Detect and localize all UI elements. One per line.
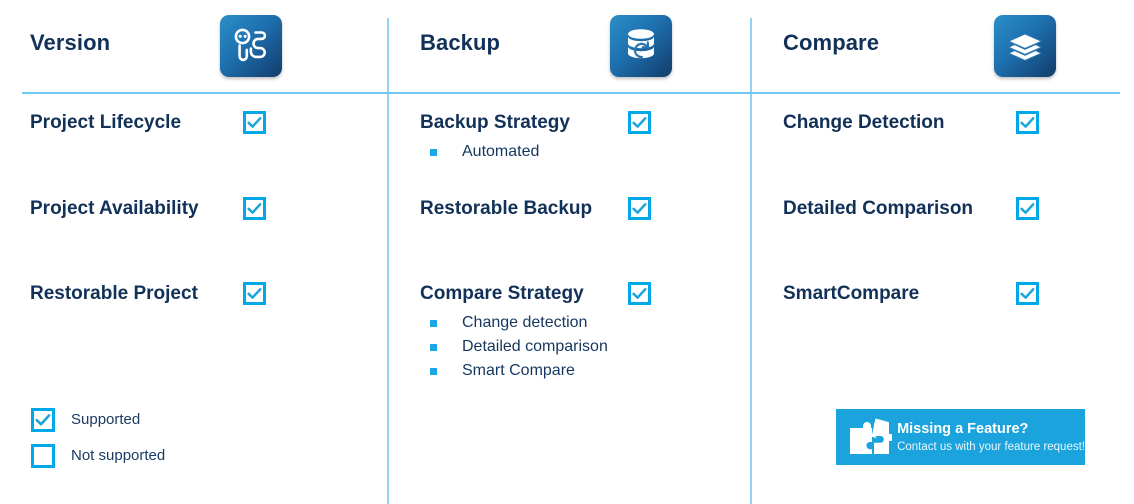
feature-main: Backup Strategy: [389, 110, 750, 140]
legend-checked-box: [31, 408, 55, 432]
feature-subitem-label: Detailed comparison: [462, 338, 608, 355]
column-header: Backup: [389, 0, 750, 92]
feature-main: Restorable Project: [0, 281, 387, 311]
legend-label: Supported: [71, 411, 141, 428]
missing-feature-banner[interactable]: Missing a Feature? Contact us with your …: [836, 409, 1085, 465]
bullet-square-icon: [430, 368, 437, 375]
feature-row: Restorable Backup: [389, 196, 750, 226]
feature-main: Project Lifecycle: [0, 110, 387, 140]
feature-supported-checkbox[interactable]: [628, 197, 651, 220]
feature-subitem: Change detection: [389, 311, 750, 335]
feature-row: Restorable Project: [0, 281, 387, 311]
feature-supported-checkbox[interactable]: [628, 111, 651, 134]
bullet-square-icon: [430, 344, 437, 351]
bullet-square-icon: [430, 149, 437, 156]
feature-row: Detailed Comparison: [752, 196, 1134, 226]
feature-label: Restorable Project: [30, 283, 198, 304]
feature-label: Project Availability: [30, 198, 199, 219]
feature-label: Backup Strategy: [420, 112, 570, 133]
feature-label: Change Detection: [783, 112, 945, 133]
feature-row: Project Availability: [0, 196, 387, 226]
database-restore-icon: [610, 15, 672, 77]
banner-text-group: Missing a Feature? Contact us with your …: [897, 420, 1085, 455]
puzzle-piece-icon: [846, 417, 893, 457]
feature-supported-checkbox[interactable]: [1016, 197, 1039, 220]
column-header: Version: [0, 0, 387, 92]
feature-label: Compare Strategy: [420, 283, 584, 304]
layers-icon: [994, 15, 1056, 77]
column-backup: Backup Backup Strategy Automated Restorable…: [389, 0, 750, 504]
version-tree-icon: [220, 15, 282, 77]
feature-row: Backup Strategy Automated: [389, 110, 750, 164]
column-title: Version: [30, 30, 111, 55]
banner-title: Missing a Feature?: [897, 420, 1029, 437]
feature-subitem: Detailed comparison: [389, 335, 750, 359]
column-title: Compare: [783, 30, 880, 55]
feature-main: SmartCompare: [752, 281, 1134, 311]
feature-comparison-board: Version Project Lifecycle Project Availabi…: [0, 0, 1134, 504]
legend-label: Not supported: [71, 447, 166, 464]
column-version: Version Project Lifecycle Project Availabi…: [0, 0, 387, 504]
feature-subitem: Automated: [389, 140, 750, 164]
feature-supported-checkbox[interactable]: [1016, 282, 1039, 305]
legend-unchecked-box: [31, 444, 55, 468]
feature-row: Change Detection: [752, 110, 1134, 140]
feature-sublist: Automated: [389, 140, 750, 164]
feature-row: SmartCompare: [752, 281, 1134, 311]
feature-main: Detailed Comparison: [752, 196, 1134, 226]
feature-label: SmartCompare: [783, 283, 920, 304]
banner-subtitle: Contact us with your feature request!: [897, 440, 1085, 453]
feature-main: Compare Strategy: [389, 281, 750, 311]
column-title: Backup: [420, 30, 501, 55]
feature-main: Project Availability: [0, 196, 387, 226]
feature-main: Change Detection: [752, 110, 1134, 140]
feature-supported-checkbox[interactable]: [243, 282, 266, 305]
feature-main: Restorable Backup: [389, 196, 750, 226]
feature-subitem: Smart Compare: [389, 359, 750, 383]
feature-subitem-label: Change detection: [462, 314, 588, 331]
feature-label: Detailed Comparison: [783, 198, 974, 219]
feature-subitem-label: Automated: [462, 143, 540, 160]
feature-row: Compare Strategy Change detection Detailed…: [389, 281, 750, 383]
feature-sublist: Change detection Detailed comparison Smart…: [389, 311, 750, 383]
feature-label: Restorable Backup: [420, 198, 593, 219]
feature-supported-checkbox[interactable]: [243, 111, 266, 134]
bullet-square-icon: [430, 320, 437, 327]
feature-row: Project Lifecycle: [0, 110, 387, 140]
feature-supported-checkbox[interactable]: [628, 282, 651, 305]
column-header: Compare: [752, 0, 1134, 92]
feature-label: Project Lifecycle: [30, 112, 182, 133]
feature-subitem-label: Smart Compare: [462, 362, 575, 379]
feature-supported-checkbox[interactable]: [1016, 111, 1039, 134]
feature-supported-checkbox[interactable]: [243, 197, 266, 220]
